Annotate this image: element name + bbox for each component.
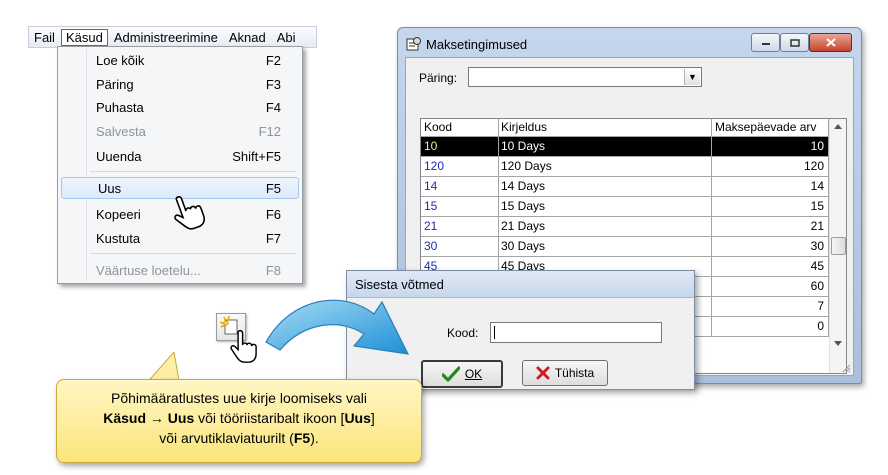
cell-kood: 30 — [421, 237, 499, 256]
cell-kood: 14 — [421, 177, 499, 196]
menu-item-label: Puhasta — [96, 99, 144, 115]
menu-item-label: Kopeeri — [96, 206, 141, 222]
cancel-button[interactable]: Tühista — [522, 360, 608, 386]
menu-item-label: Kustuta — [96, 230, 141, 246]
cell-arv: 15 — [712, 197, 829, 216]
maximize-button[interactable] — [780, 33, 809, 52]
menu-item-shortcut: F4 — [265, 99, 281, 115]
cell-arv: 7 — [712, 297, 829, 316]
cell-kirjeldus: 15 Days — [498, 197, 712, 216]
grid-header: Kood Kirjeldus Maksepäevade arv — [421, 119, 830, 137]
menu-item-label: Väärtuse loetelu... — [96, 262, 201, 278]
callout-line-2: Käsud → Uus või tööriistaribalt ikoon [U… — [103, 410, 375, 426]
cell-arv: 120 — [712, 157, 829, 176]
column-header-maksepaevade-arv[interactable]: Maksepäevade arv — [712, 119, 829, 136]
scroll-down-icon[interactable] — [834, 341, 842, 347]
kasud-dropdown-menu: Loe kõik F2 Päring F3 Puhasta F4 Salvest… — [57, 46, 303, 284]
menu-item-label: Loe kõik — [96, 52, 145, 68]
kood-input[interactable] — [490, 322, 662, 343]
scroll-up-icon[interactable] — [834, 123, 842, 129]
table-row[interactable]: 14 14 Days 14 — [421, 177, 830, 197]
combo-arrow-icon[interactable]: ▼ — [684, 69, 700, 85]
menu-separator — [90, 171, 296, 172]
ok-button[interactable]: OK — [421, 360, 503, 388]
cell-kirjeldus: 30 Days — [498, 237, 712, 256]
cell-kood: 15 — [421, 197, 499, 216]
hand-pointer-icon — [174, 196, 206, 230]
minimize-button[interactable] — [751, 33, 780, 52]
menu-item-puhasta[interactable]: Puhasta F4 — [60, 96, 298, 118]
ok-label: OK — [464, 367, 483, 381]
cell-arv: 14 — [712, 177, 829, 196]
menu-item-shortcut: F12 — [258, 123, 281, 139]
cancel-x-icon — [536, 366, 550, 380]
menu-item-shortcut: F3 — [265, 76, 281, 92]
cell-arv: 45 — [712, 257, 829, 276]
menu-item-uuenda[interactable]: Uuenda Shift+F5 — [60, 145, 298, 167]
hand-pointer-icon — [230, 329, 257, 363]
maximize-icon — [789, 38, 800, 47]
cell-kirjeldus: 14 Days — [498, 177, 712, 196]
column-header-kirjeldus[interactable]: Kirjeldus — [498, 119, 712, 136]
menu-item-shortcut: F7 — [265, 230, 281, 246]
menu-administreerimine[interactable]: Administreerimine — [109, 29, 223, 46]
kood-label: Kood: — [447, 326, 479, 340]
paring-label: Päring: — [419, 71, 458, 85]
close-icon — [825, 38, 836, 47]
column-header-kood[interactable]: Kood — [421, 119, 499, 136]
cell-arv: 60 — [712, 277, 829, 296]
blue-curved-arrow-icon — [265, 299, 410, 355]
table-row[interactable]: 10 10 Days 10 — [421, 137, 830, 157]
text-caret — [494, 326, 495, 339]
menu-item-label: Uuenda — [96, 148, 142, 164]
instruction-callout: Põhimääratlustes uue kirje loomiseks val… — [56, 379, 422, 463]
table-row[interactable]: 21 21 Days 21 — [421, 217, 830, 237]
cell-kirjeldus: 10 Days — [498, 137, 712, 156]
menu-item-label: Päring — [96, 76, 134, 92]
menu-abi[interactable]: Abi — [272, 29, 301, 46]
grid-vertical-scrollbar[interactable] — [829, 119, 846, 373]
cell-arv: 10 — [712, 137, 829, 156]
menu-item-label: Salvesta — [96, 123, 146, 139]
menu-kasud[interactable]: Käsud — [60, 28, 108, 46]
callout-line-3: või arvutiklaviatuurilt (F5). — [159, 430, 319, 446]
close-button[interactable] — [809, 33, 852, 52]
paring-combobox[interactable]: ▼ — [468, 67, 702, 87]
ok-check-icon — [441, 366, 460, 382]
resize-grip-icon[interactable] — [841, 363, 851, 373]
menu-item-shortcut: Shift+F5 — [232, 148, 281, 164]
menu-separator — [90, 253, 296, 254]
menu-item-kustuta[interactable]: Kustuta F7 — [60, 227, 298, 249]
menu-aknad[interactable]: Aknad — [224, 29, 271, 46]
window-app-icon — [406, 37, 421, 51]
menu-item-shortcut: F8 — [265, 262, 281, 278]
menu-item-shortcut: F6 — [265, 206, 281, 222]
cell-arv: 30 — [712, 237, 829, 256]
menu-item-label: Uus — [98, 180, 122, 196]
window-title: Maksetingimused — [426, 37, 528, 52]
menu-item-paring[interactable]: Päring F3 — [60, 73, 298, 95]
minimize-icon — [761, 42, 770, 45]
cell-arv: 21 — [712, 217, 829, 236]
cell-kirjeldus: 120 Days — [498, 157, 712, 176]
callout-line-1: Põhimääratlustes uue kirje loomiseks val… — [111, 390, 367, 406]
cancel-label: Tühista — [554, 366, 595, 380]
cell-arv: 0 — [712, 317, 829, 336]
table-row[interactable]: 30 30 Days 30 — [421, 237, 830, 257]
cell-kirjeldus: 21 Days — [498, 217, 712, 236]
menu-item-salvesta[interactable]: Salvesta F12 — [60, 120, 298, 142]
menu-item-shortcut: F5 — [265, 180, 281, 196]
menu-item-vaartuse-loetelu[interactable]: Väärtuse loetelu... F8 — [60, 259, 298, 281]
table-row[interactable]: 15 15 Days 15 — [421, 197, 830, 217]
scrollbar-thumb[interactable] — [831, 237, 846, 255]
menu-item-loe-koik[interactable]: Loe kõik F2 — [60, 49, 298, 71]
table-row[interactable]: 120 120 Days 120 — [421, 157, 830, 177]
menu-item-shortcut: F2 — [265, 52, 281, 68]
cell-kood: 10 — [421, 137, 499, 156]
cell-kood: 120 — [421, 157, 499, 176]
cell-kood: 21 — [421, 217, 499, 236]
menu-fail[interactable]: Fail — [29, 29, 60, 46]
menu-bar: Fail Käsud Administreerimine Aknad Abi — [28, 26, 317, 48]
